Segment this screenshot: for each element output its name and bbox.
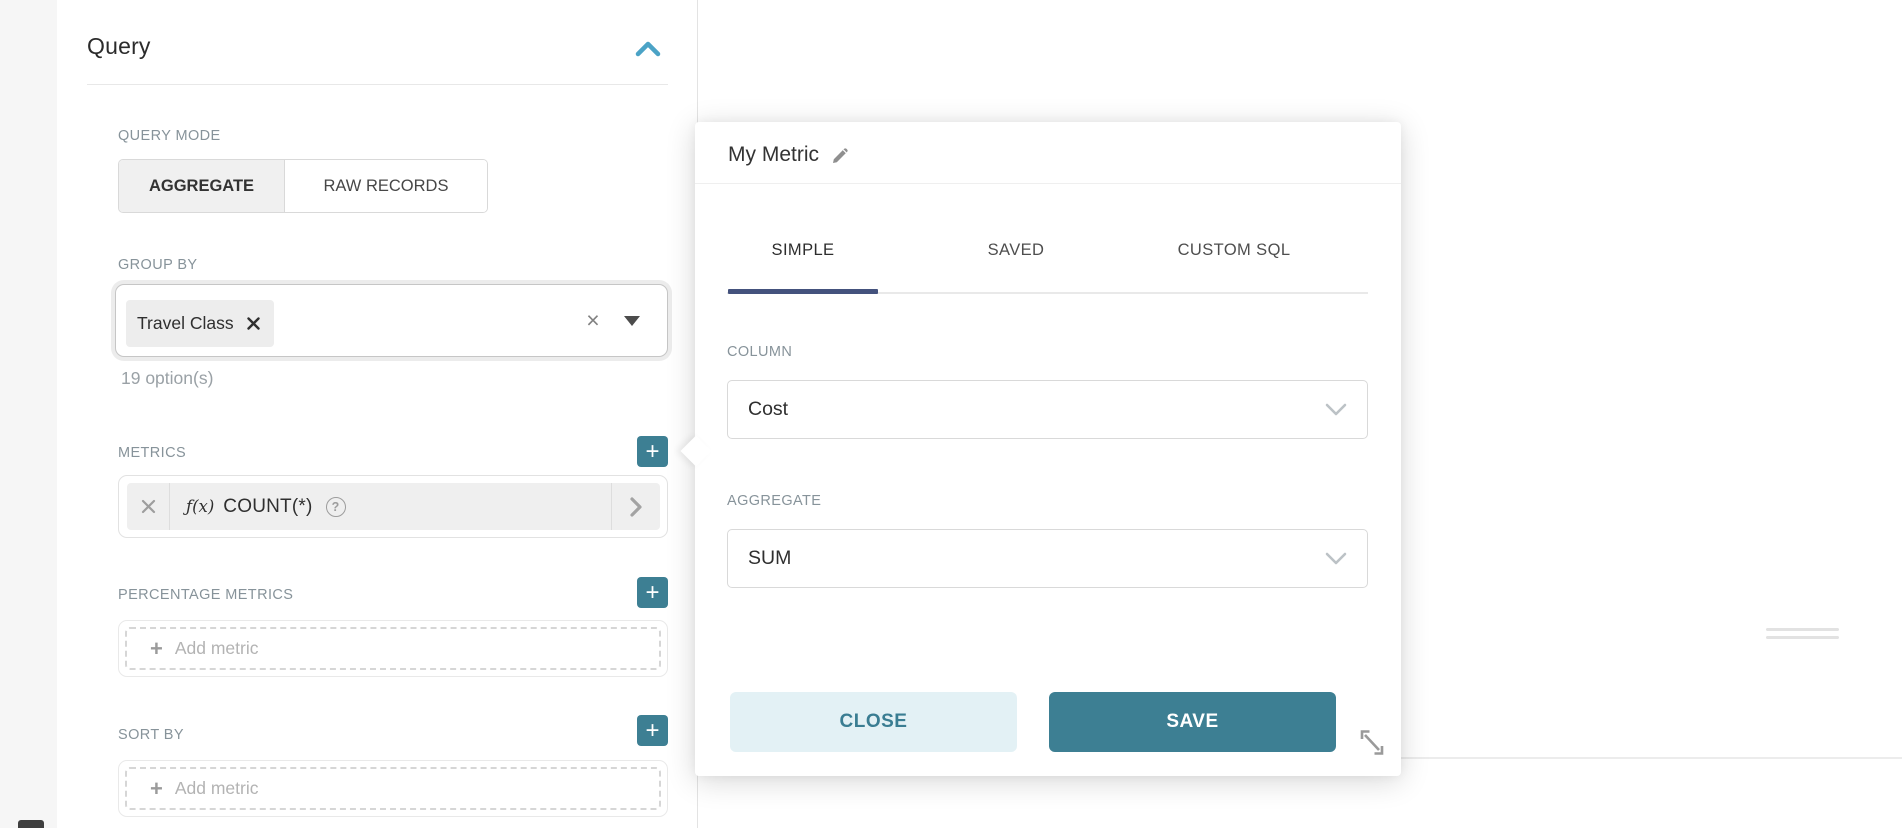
query-mode-toggle: AGGREGATE RAW RECORDS	[118, 159, 488, 213]
metric-name: COUNT(*)	[223, 496, 312, 518]
group-by-tag[interactable]: Travel Class	[126, 300, 274, 347]
tab-custom-sql[interactable]: CUSTOM SQL	[1178, 241, 1291, 260]
add-metric-placeholder: Add metric	[175, 638, 259, 659]
column-select[interactable]: Cost	[727, 380, 1368, 439]
metrics-label: METRICS	[118, 445, 186, 461]
plus-icon: +	[645, 581, 659, 605]
column-select-value: Cost	[748, 398, 788, 421]
pill-divider	[169, 483, 170, 530]
metric-expand-button[interactable]	[612, 483, 660, 530]
help-circle-icon[interactable]: ?	[326, 497, 346, 517]
header-divider	[695, 183, 1401, 184]
add-percentage-metric-button[interactable]: +	[637, 577, 668, 608]
percentage-metrics-label: PERCENTAGE METRICS	[118, 587, 293, 603]
group-by-tag-label: Travel Class	[137, 313, 234, 334]
tag-remove-icon[interactable]	[247, 317, 260, 330]
query-section-title: Query	[87, 33, 151, 60]
add-sort-button[interactable]: +	[637, 715, 668, 746]
add-metric-button[interactable]: +	[637, 436, 668, 467]
group-by-select[interactable]: Travel Class ×	[115, 284, 668, 357]
query-mode-aggregate[interactable]: AGGREGATE	[119, 160, 285, 212]
select-clear-icon[interactable]: ×	[578, 285, 608, 356]
group-by-options-count: 19 option(s)	[121, 368, 213, 389]
explore-page: Query QUERY MODE AGGREGATE RAW RECORDS G…	[0, 0, 1902, 828]
plus-icon: +	[645, 440, 659, 464]
chevron-up-icon	[634, 38, 662, 62]
function-icon: ƒ(x)	[186, 497, 214, 516]
tab-simple[interactable]: SIMPLE	[772, 241, 835, 260]
sort-by-dropzone: + Add metric	[118, 760, 668, 817]
column-label: COLUMN	[727, 344, 792, 360]
save-button[interactable]: SAVE	[1049, 692, 1336, 752]
query-mode-label: QUERY MODE	[118, 128, 221, 144]
tab-saved[interactable]: SAVED	[988, 241, 1045, 260]
plus-icon: +	[150, 778, 163, 800]
plus-icon: +	[645, 719, 659, 743]
remove-x-icon	[141, 499, 156, 514]
metric-remove-button[interactable]	[127, 483, 169, 530]
edit-pencil-icon[interactable]	[830, 145, 851, 166]
metric-edit-popover: My Metric SIMPLE SAVED CUSTOM SQL COLUMN…	[695, 122, 1401, 776]
metric-pill-count[interactable]: ƒ(x) COUNT(*) ?	[127, 483, 660, 530]
plus-icon: +	[150, 638, 163, 660]
query-mode-raw-records[interactable]: RAW RECORDS	[285, 160, 487, 212]
collapse-section-button[interactable]	[634, 38, 662, 62]
aggregate-label: AGGREGATE	[727, 493, 821, 509]
metric-title: My Metric	[728, 143, 819, 167]
popover-resize-icon[interactable]	[1357, 726, 1387, 758]
close-button[interactable]: CLOSE	[730, 692, 1017, 752]
popover-header: My Metric	[728, 138, 851, 172]
chevron-down-icon	[1325, 403, 1347, 417]
percentage-metrics-dropzone: + Add metric	[118, 620, 668, 677]
sort-by-label: SORT BY	[118, 727, 184, 743]
select-caret-down-icon[interactable]	[624, 316, 640, 326]
add-metric-ghost-button[interactable]: + Add metric	[125, 627, 661, 670]
aggregate-select[interactable]: SUM	[727, 529, 1368, 588]
group-by-label: GROUP BY	[118, 257, 197, 273]
chevron-right-icon	[629, 496, 643, 518]
add-metric-placeholder: Add metric	[175, 778, 259, 799]
active-tab-indicator	[728, 289, 878, 294]
chevron-down-icon	[1325, 552, 1347, 566]
section-divider	[87, 84, 668, 85]
metrics-container: ƒ(x) COUNT(*) ?	[118, 475, 668, 538]
aggregate-select-value: SUM	[748, 547, 791, 570]
add-metric-ghost-button[interactable]: + Add metric	[125, 767, 661, 810]
